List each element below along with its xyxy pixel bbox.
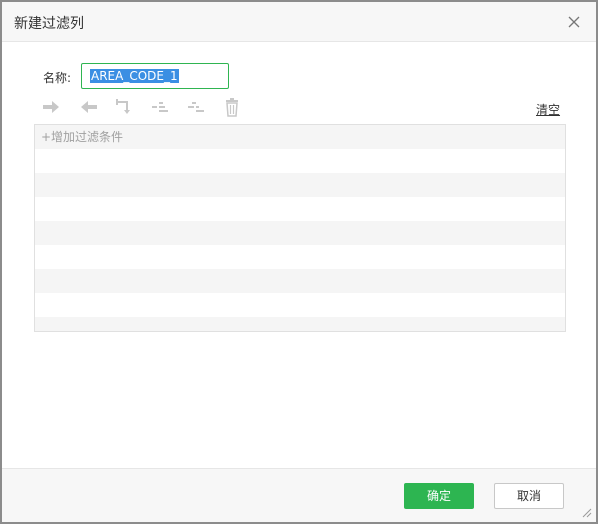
clear-link[interactable]: 清空: [536, 101, 560, 118]
arrow-right-icon[interactable]: [41, 97, 61, 117]
outdent-icon[interactable]: [186, 97, 206, 117]
list-item: [35, 317, 565, 331]
list-item: [35, 269, 565, 293]
list-item: [35, 293, 565, 317]
list-item: [35, 197, 565, 221]
indent-icon[interactable]: [150, 97, 170, 117]
resize-grip-icon[interactable]: [580, 506, 592, 518]
arrow-left-icon[interactable]: [79, 97, 99, 117]
list-item: [35, 149, 565, 173]
list-item: [35, 221, 565, 245]
swap-branch-icon[interactable]: [114, 97, 134, 117]
trash-icon[interactable]: [222, 97, 242, 117]
cancel-button[interactable]: 取消: [494, 483, 564, 509]
filter-conditions-list: +增加过滤条件: [34, 124, 566, 332]
dialog-titlebar: 新建过滤列: [2, 2, 596, 42]
list-item: [35, 245, 565, 269]
dialog-title: 新建过滤列: [14, 16, 84, 32]
add-filter-condition[interactable]: +增加过滤条件: [35, 125, 565, 149]
close-icon[interactable]: [566, 14, 582, 30]
filter-column-dialog: 新建过滤列 名称: AREA_CODE_1 清空 +增加过滤条件 确定 取消: [2, 2, 596, 522]
list-item: [35, 173, 565, 197]
name-input[interactable]: AREA_CODE_1: [81, 63, 229, 89]
ok-button[interactable]: 确定: [404, 483, 474, 509]
name-input-value: AREA_CODE_1: [90, 69, 179, 83]
name-label: 名称:: [43, 71, 72, 85]
dialog-footer: 确定 取消: [2, 468, 596, 522]
